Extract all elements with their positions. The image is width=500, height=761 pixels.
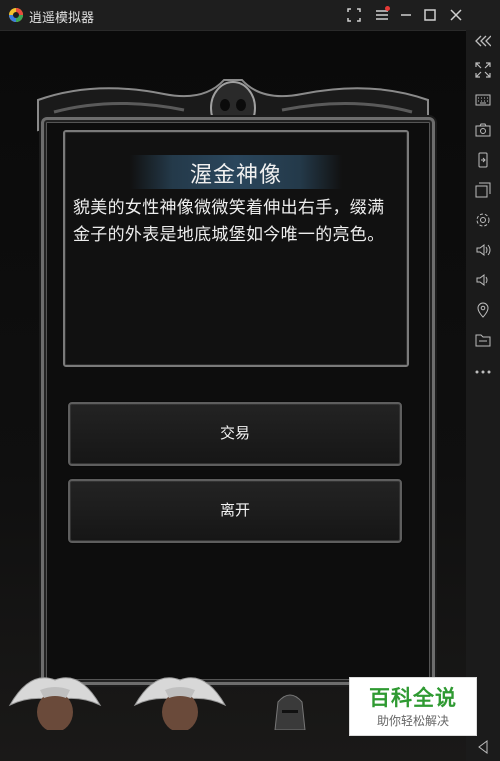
event-title: 渥金神像: [189, 162, 282, 187]
watermark-subtitle: 助你轻松解决: [376, 714, 449, 728]
menu-icon[interactable]: [372, 5, 392, 25]
volume-down-icon[interactable]: [473, 272, 493, 292]
rotate-icon[interactable]: [473, 152, 493, 172]
portrait-priestess-1: [8, 677, 102, 730]
collapse-icon[interactable]: [473, 32, 493, 52]
portrait-priestess-2: [133, 677, 227, 730]
watermark-title: 百科全说: [369, 687, 457, 710]
close-icon[interactable]: [446, 5, 466, 25]
back-icon[interactable]: [472, 740, 494, 756]
portrait-knight: [274, 694, 306, 730]
app-logo-icon: [9, 8, 23, 22]
maximize-icon[interactable]: [420, 5, 440, 25]
volume-up-icon[interactable]: [473, 242, 493, 262]
keyboard-icon[interactable]: [473, 92, 493, 112]
leave-button[interactable]: 离开: [68, 479, 402, 543]
folder-icon[interactable]: [473, 332, 493, 352]
app-title: 逍遥模拟器: [29, 10, 95, 25]
settings-icon[interactable]: [473, 212, 493, 232]
notification-dot: [385, 6, 390, 11]
trade-button[interactable]: 交易: [68, 402, 402, 466]
fullscreen-icon[interactable]: [344, 5, 364, 25]
location-icon[interactable]: [473, 302, 493, 322]
event-description: 貌美的女性神像微微笑着伸出右手，缀满金子的外表是地底城堡如今唯一的亮色。: [73, 198, 385, 244]
minimize-icon[interactable]: [396, 5, 416, 25]
watermark-badge: 百科全说 助你轻松解决: [349, 677, 477, 736]
resize-icon[interactable]: [473, 62, 493, 82]
window-title-bar: 逍遥模拟器: [0, 0, 500, 31]
screenshot-icon[interactable]: [473, 122, 493, 142]
multi-window-icon[interactable]: [473, 182, 493, 202]
emulator-toolbar: [465, 30, 500, 761]
more-icon[interactable]: [473, 360, 493, 380]
